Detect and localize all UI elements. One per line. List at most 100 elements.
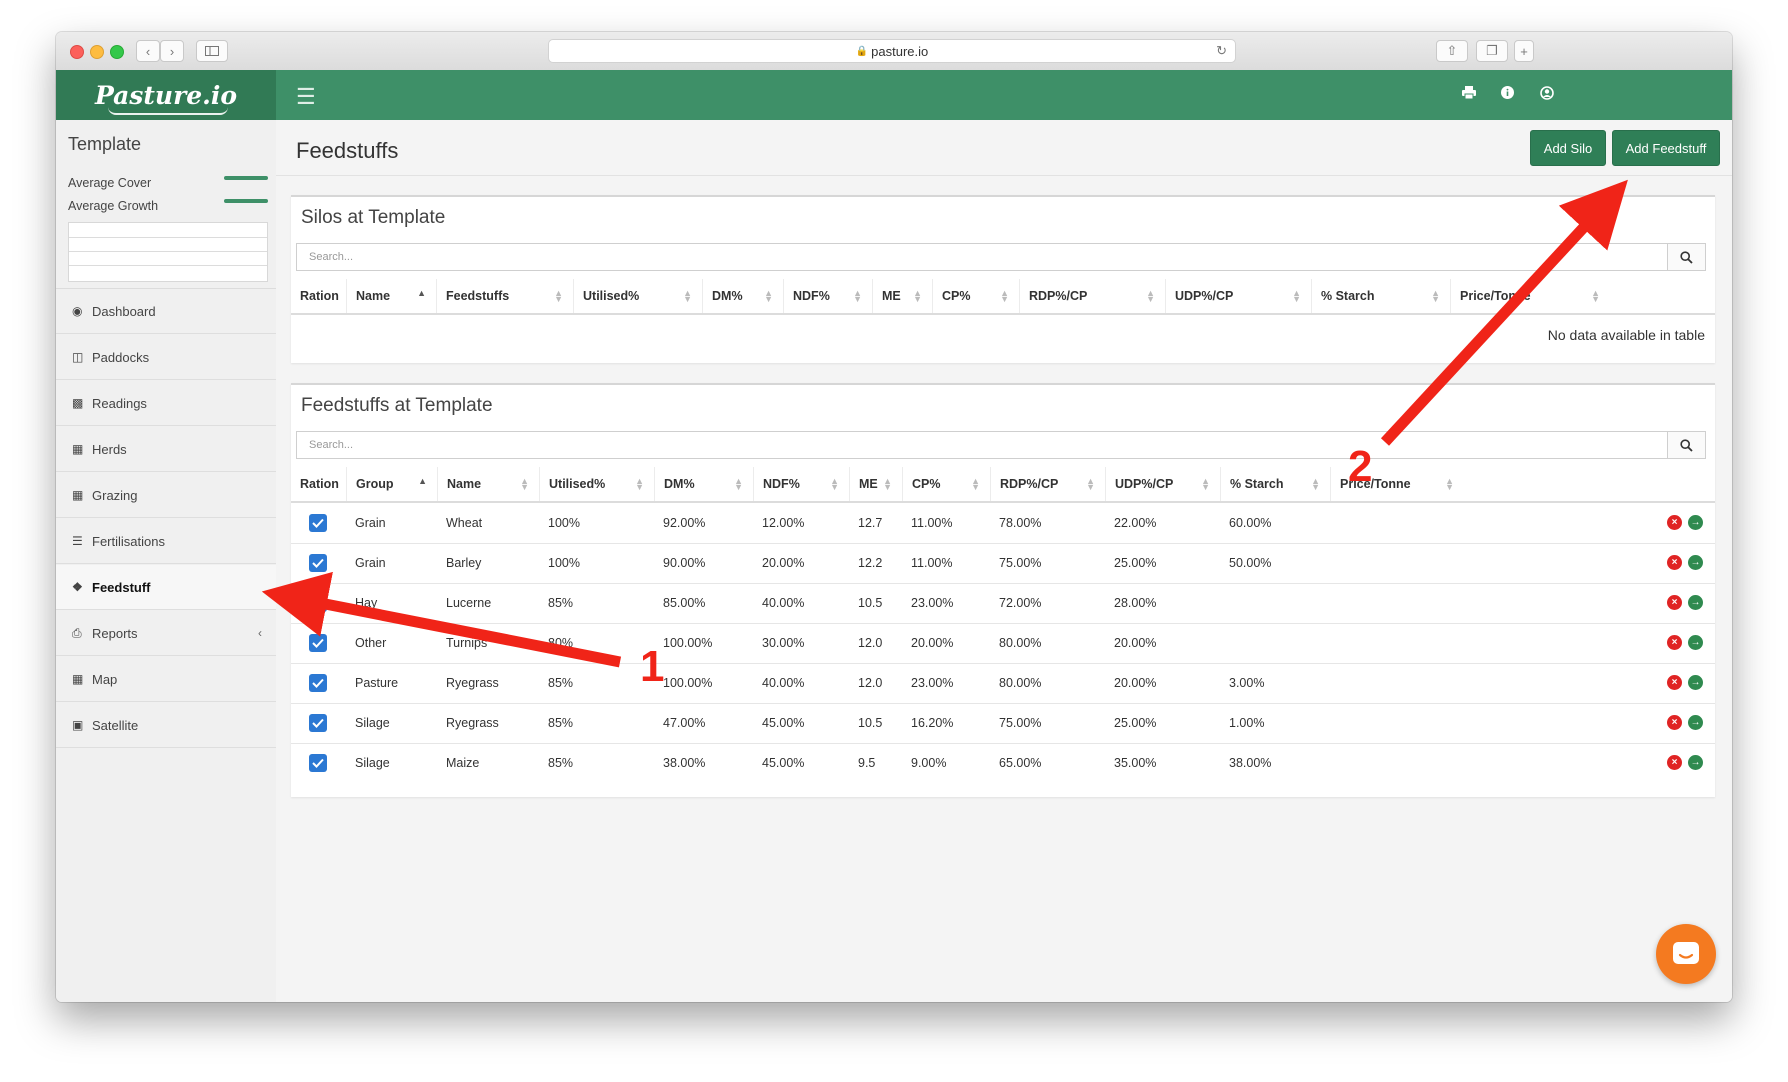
map-icon: ▦ xyxy=(72,672,84,686)
column-header[interactable]: RDP%/CP ▲ ▼ xyxy=(1019,279,1165,313)
cell-cp: 23.00% xyxy=(911,596,954,610)
delete-icon[interactable]: × xyxy=(1667,595,1682,610)
sidebar-item-paddocks[interactable]: ◫ Paddocks xyxy=(56,335,276,380)
silos-search-button[interactable] xyxy=(1668,243,1706,271)
search-icon xyxy=(1680,438,1693,452)
delete-icon[interactable]: × xyxy=(1667,715,1682,730)
user-icon[interactable] xyxy=(1540,86,1554,104)
sidebar-item-label: Grazing xyxy=(92,487,138,503)
column-header[interactable]: % Starch ▲ ▼ xyxy=(1311,279,1450,313)
sidebar-item-grazing[interactable]: ▦ Grazing xyxy=(56,473,276,518)
column-header[interactable]: CP% ▲ ▼ xyxy=(902,467,990,501)
sort-icon: ▲ ▼ xyxy=(971,476,980,492)
sidebar-item-reports[interactable]: ⎙ Reports ‹ xyxy=(56,611,276,656)
column-header[interactable]: RDP%/CP ▲ ▼ xyxy=(990,467,1105,501)
ration-checkbox[interactable] xyxy=(309,663,327,703)
delete-icon[interactable]: × xyxy=(1667,555,1682,570)
print-icon[interactable] xyxy=(1462,86,1476,103)
column-header[interactable]: UDP%/CP ▲ ▼ xyxy=(1165,279,1311,313)
chevron-right-icon: › xyxy=(169,43,175,59)
column-header[interactable]: CP% ▲ ▼ xyxy=(932,279,1019,313)
sidebar-item-satellite[interactable]: ▣ Satellite xyxy=(56,703,276,748)
column-header[interactable]: % Starch ▲ ▼ xyxy=(1220,467,1330,501)
column-header[interactable]: ME ▲ ▼ xyxy=(872,279,932,313)
menu-toggle-icon[interactable]: ☰ xyxy=(296,84,316,110)
sidebar-toggle-button[interactable] xyxy=(196,40,228,62)
ration-checkbox[interactable] xyxy=(309,703,327,743)
ration-checkbox[interactable] xyxy=(309,583,327,623)
sort-icon: ▲ ▼ xyxy=(883,476,892,492)
arrow-right-icon[interactable]: → xyxy=(1688,595,1703,610)
address-bar[interactable]: 🔒 pasture.io ↻ xyxy=(548,39,1236,63)
ration-checkbox[interactable] xyxy=(309,743,327,783)
ration-checkbox[interactable] xyxy=(309,543,327,583)
cell-udp: 28.00% xyxy=(1114,596,1157,610)
column-header[interactable]: Price/Tonne ▲ ▼ xyxy=(1450,279,1610,313)
sidebar-item-feedstuff[interactable]: ❖ Feedstuff xyxy=(56,565,276,610)
column-header[interactable]: Feedstuffs ▲ ▼ xyxy=(436,279,573,313)
cell-utilised: 100% xyxy=(548,516,580,530)
delete-icon[interactable]: × xyxy=(1667,675,1682,690)
logo[interactable]: Pasture.io xyxy=(56,70,276,120)
silos-search-input[interactable]: Search... xyxy=(296,243,1668,271)
annotation-label-2: 2 xyxy=(1348,442,1373,491)
delete-icon[interactable]: × xyxy=(1667,755,1682,770)
sidebar-icon xyxy=(205,46,219,56)
sort-icon: ▲ ▼ xyxy=(554,288,563,304)
arrow-right-icon[interactable]: → xyxy=(1688,755,1703,770)
column-header[interactable]: Utilised% ▲ ▼ xyxy=(573,279,702,313)
cell-starch: 60.00% xyxy=(1229,516,1272,530)
sidebar-item-readings[interactable]: ▩ Readings xyxy=(56,381,276,426)
cell-udp: 20.00% xyxy=(1114,636,1157,650)
share-button[interactable]: ⇧ xyxy=(1436,40,1468,62)
tabs-button[interactable]: ❐ xyxy=(1476,40,1508,62)
column-header[interactable]: Group ▲ xyxy=(346,467,437,501)
column-header[interactable]: NDF% ▲ ▼ xyxy=(783,279,872,313)
sidebar-item-map[interactable]: ▦ Map xyxy=(56,657,276,702)
ration-checkbox[interactable] xyxy=(309,623,327,663)
sidebar-item-herds[interactable]: ▦ Herds xyxy=(56,427,276,472)
sort-icon: ▲ ▼ xyxy=(764,288,773,304)
ration-checkbox[interactable] xyxy=(309,503,327,543)
column-header[interactable]: UDP%/CP ▲ ▼ xyxy=(1105,467,1220,501)
column-header[interactable]: Name ▲ ▼ xyxy=(437,467,539,501)
logo-swoosh xyxy=(108,107,228,115)
column-header[interactable]: NDF% ▲ ▼ xyxy=(753,467,849,501)
grid-icon: ▦ xyxy=(72,442,84,456)
new-tab-button[interactable]: + xyxy=(1514,40,1534,62)
table-row: No data available in table xyxy=(291,315,1715,353)
page-title: Feedstuffs xyxy=(296,138,399,163)
column-header[interactable]: DM% ▲ ▼ xyxy=(654,467,753,501)
column-header[interactable]: ME ▲ ▼ xyxy=(849,467,902,501)
forward-button[interactable]: › xyxy=(160,40,184,62)
column-header[interactable]: DM% ▲ ▼ xyxy=(702,279,783,313)
column-header[interactable]: Ration xyxy=(291,279,346,313)
arrow-right-icon[interactable]: → xyxy=(1688,715,1703,730)
arrow-right-icon[interactable]: → xyxy=(1688,635,1703,650)
minimize-window-button[interactable] xyxy=(90,45,104,59)
feedstuffs-search-input[interactable]: Search... xyxy=(296,431,1668,459)
back-button[interactable]: ‹ xyxy=(136,40,160,62)
arrow-right-icon[interactable]: → xyxy=(1688,555,1703,570)
reload-icon[interactable]: ↻ xyxy=(1216,43,1227,59)
column-header[interactable]: Name ▲ xyxy=(346,279,436,313)
add-silo-button[interactable]: Add Silo xyxy=(1530,130,1606,166)
sidebar-item-fertilisations[interactable]: ☰ Fertilisations xyxy=(56,519,276,564)
chat-launcher-button[interactable] xyxy=(1656,924,1716,984)
arrow-right-icon[interactable]: → xyxy=(1688,515,1703,530)
column-header[interactable]: Ration xyxy=(291,467,346,501)
cell-me: 9.5 xyxy=(858,756,876,770)
close-window-button[interactable] xyxy=(70,45,84,59)
delete-icon[interactable]: × xyxy=(1667,515,1682,530)
zoom-window-button[interactable] xyxy=(110,45,124,59)
add-feedstuff-button[interactable]: Add Feedstuff xyxy=(1612,130,1720,166)
sort-icon: ▲ ▼ xyxy=(1000,288,1009,304)
column-header[interactable]: Utilised% ▲ ▼ xyxy=(539,467,654,501)
sidebar-item-dashboard[interactable]: ◉ Dashboard xyxy=(56,289,276,334)
feedstuffs-search-button[interactable] xyxy=(1668,431,1706,459)
image-icon: ▣ xyxy=(72,718,84,732)
delete-icon[interactable]: × xyxy=(1667,635,1682,650)
arrow-right-icon[interactable]: → xyxy=(1688,675,1703,690)
info-icon[interactable] xyxy=(1501,86,1514,103)
sidebar-item-label: Paddocks xyxy=(92,349,150,365)
